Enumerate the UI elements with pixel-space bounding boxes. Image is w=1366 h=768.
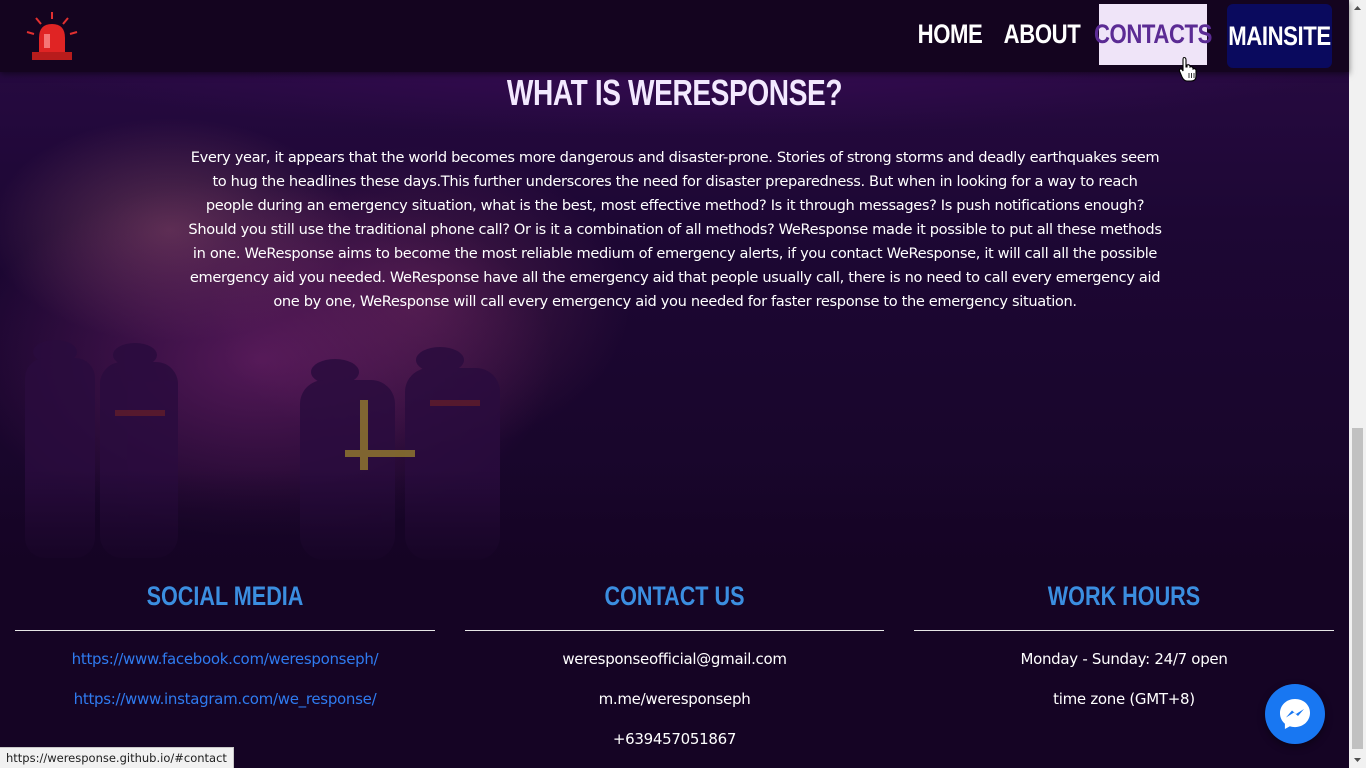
scroll-up-arrow-icon[interactable] (1349, 0, 1366, 17)
status-bar-url: https://weresponse.github.io/#contact (0, 747, 234, 768)
hero-title: WHAT IS WERESPONSE? (506, 72, 843, 113)
social-media-heading: SOCIAL MEDIA (146, 581, 304, 611)
contact-phone: +639457051867 (612, 730, 737, 748)
facebook-link[interactable]: https://www.facebook.com/weresponseph/ (15, 648, 435, 688)
footer-social-media: SOCIAL MEDIA https://www.facebook.com/we… (15, 576, 435, 728)
contact-messenger: m.me/weresponseph (598, 690, 751, 708)
navbar: HOME ABOUT CONTACTS MAINSITE (0, 0, 1349, 72)
hero-fade (0, 470, 1349, 570)
divider (914, 630, 1334, 631)
messenger-icon (1280, 699, 1310, 729)
footer-contact-us: CONTACT US weresponseofficial@gmail.com … (465, 576, 884, 768)
nav-about-link[interactable]: ABOUT (1004, 4, 1081, 65)
messenger-chat-button[interactable] (1265, 684, 1325, 744)
divider (15, 630, 435, 631)
work-hours-schedule: Monday - Sunday: 24/7 open (1020, 650, 1228, 668)
siren-icon[interactable] (24, 10, 80, 64)
scrollbar-thumb[interactable] (1352, 428, 1363, 749)
work-hours-heading: WORK HOURS (1047, 581, 1201, 611)
contact-us-heading: CONTACT US (604, 581, 745, 611)
nav-home-link[interactable]: HOME (917, 4, 983, 65)
vertical-scrollbar[interactable] (1349, 0, 1366, 768)
page: HOME ABOUT CONTACTS MAINSITE WHAT IS WER… (0, 0, 1366, 768)
divider (465, 630, 884, 631)
instagram-link[interactable]: https://www.instagram.com/we_response/ (15, 688, 435, 728)
hero-paragraph: Every year, it appears that the world be… (188, 149, 1162, 310)
nav-mainsite-button[interactable]: MAINSITE (1227, 4, 1332, 68)
nav-contacts-label: CONTACTS (1093, 19, 1213, 49)
nav-mainsite-label: MAINSITE (1228, 20, 1331, 51)
scroll-down-arrow-icon[interactable] (1349, 751, 1366, 768)
contact-email: weresponseofficial@gmail.com (562, 650, 787, 668)
hand-cursor-icon (1178, 56, 1197, 82)
